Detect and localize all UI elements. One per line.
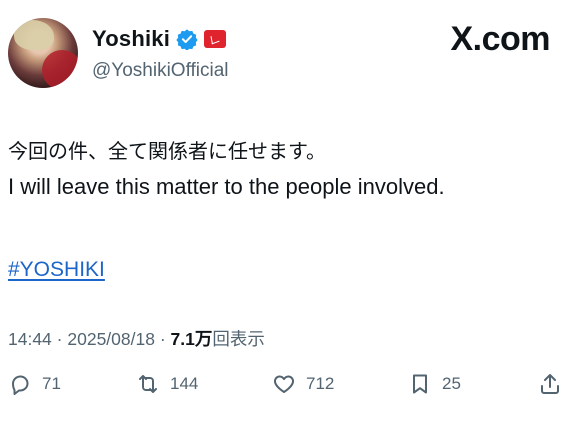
user-handle[interactable]: @YoshikiOfficial <box>92 60 229 82</box>
share-button[interactable] <box>538 372 562 396</box>
share-icon <box>541 374 559 394</box>
reply-count: 71 <box>42 374 61 393</box>
meta-separator: · <box>56 329 63 349</box>
name-row: Yoshiki <box>92 26 227 52</box>
views-label: 回表示 <box>212 329 265 349</box>
like-button[interactable]: 712 <box>272 372 334 396</box>
reply-button[interactable]: 71 <box>8 372 61 396</box>
reply-icon <box>12 375 29 395</box>
tweet-text-english: I will leave this matter to the people i… <box>8 174 445 199</box>
tweet-meta: 14:44 · 2025/08/18 · 7.1万回表示 <box>8 326 265 351</box>
like-count: 712 <box>306 374 335 393</box>
action-bar: 71 144 712 25 <box>0 372 576 404</box>
avatar[interactable] <box>8 18 78 88</box>
tweet-text-japanese: 今回の件、全て関係者に任せます。 <box>8 139 326 163</box>
repost-count: 144 <box>170 374 199 393</box>
bookmark-count: 25 <box>442 374 461 393</box>
repost-button[interactable]: 144 <box>136 372 198 396</box>
repost-icon <box>139 375 157 393</box>
heart-icon <box>274 375 294 393</box>
bookmark-icon <box>413 374 427 394</box>
verified-badge-icon <box>176 28 198 51</box>
x-brand-logo: X.com <box>450 20 550 58</box>
meta-separator: · <box>159 329 166 349</box>
tweet-date[interactable]: 2025/08/18 <box>67 329 155 349</box>
avatar-accent <box>42 50 78 88</box>
affiliate-badge-icon[interactable] <box>204 30 227 48</box>
display-name[interactable]: Yoshiki <box>92 26 170 52</box>
tweet-time[interactable]: 14:44 <box>8 329 52 349</box>
views-count: 7.1万 <box>170 329 213 349</box>
bookmark-button[interactable]: 25 <box>408 372 461 396</box>
avatar-hair <box>14 20 54 50</box>
hashtag-link[interactable]: #YOSHIKI <box>8 258 105 282</box>
